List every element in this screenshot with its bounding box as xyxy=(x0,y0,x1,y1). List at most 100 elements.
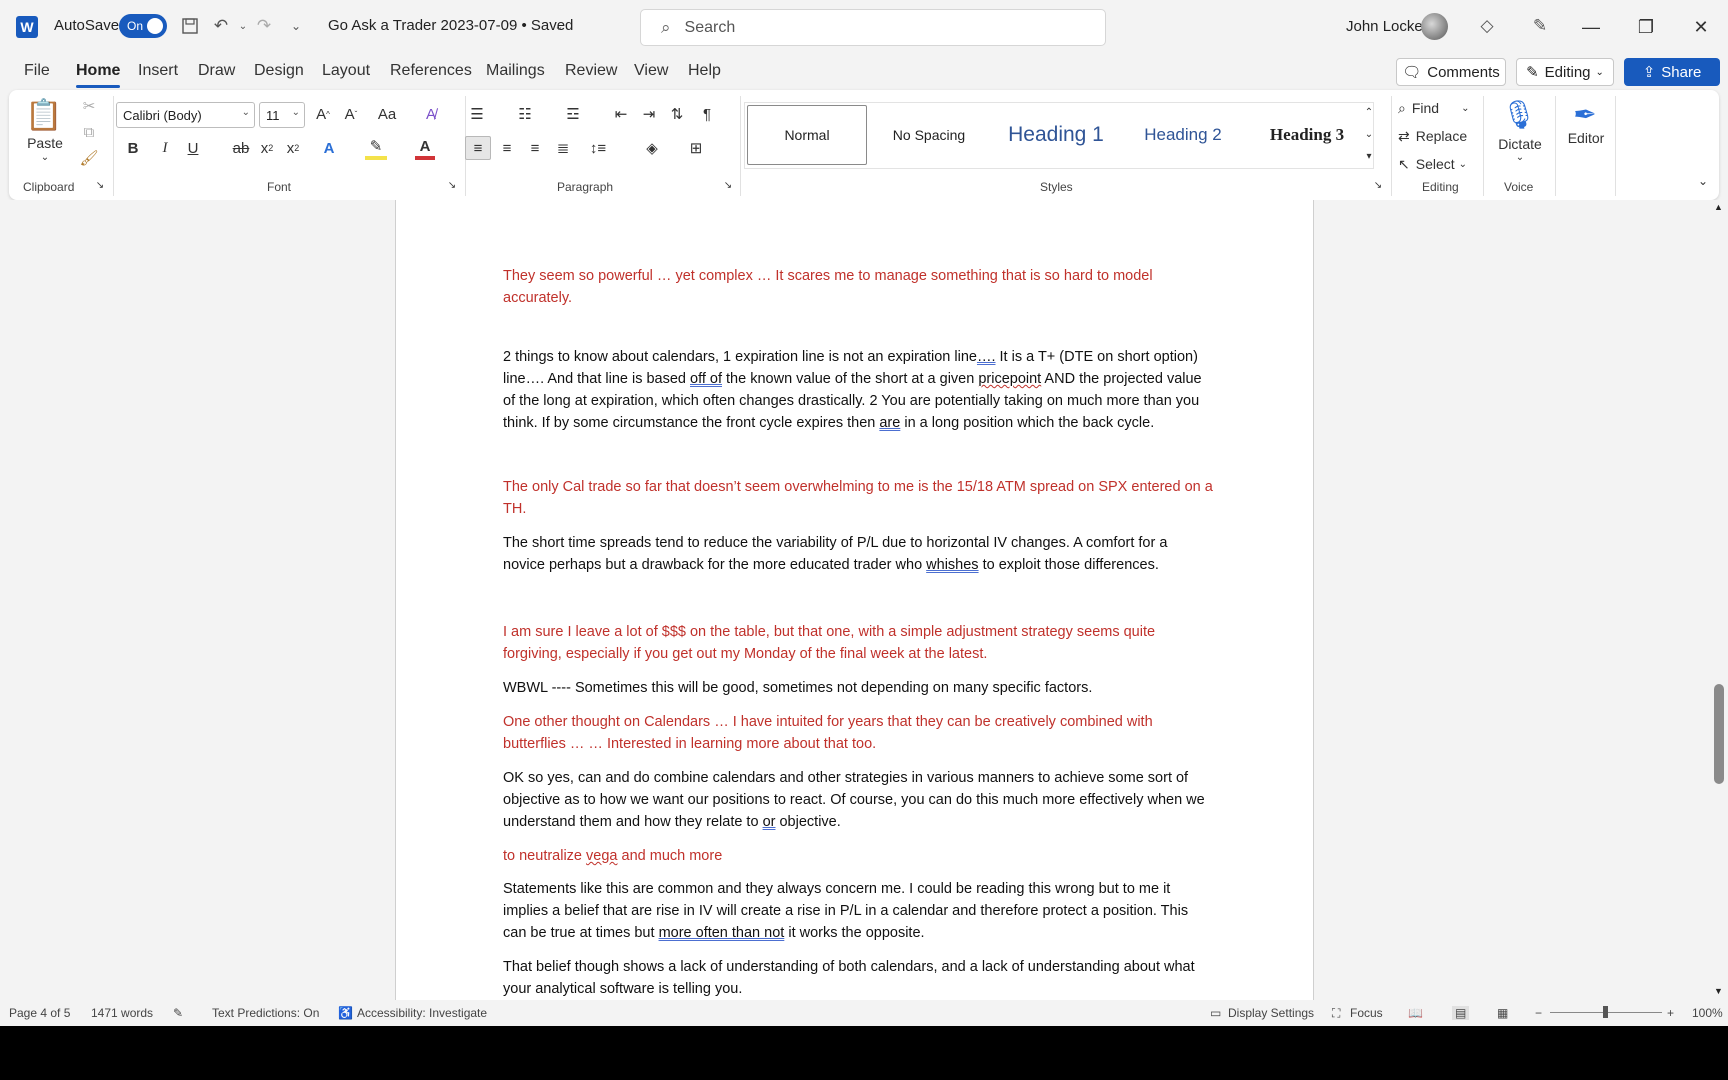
tab-file[interactable]: File xyxy=(24,62,50,80)
style-heading-2[interactable]: Heading 2 xyxy=(1123,105,1243,165)
microphone-icon[interactable]: 🎙 xyxy=(1501,94,1537,134)
tab-design[interactable]: Design xyxy=(254,62,304,80)
undo-dropdown-icon[interactable]: ⌄ xyxy=(232,14,254,38)
subscript-button[interactable]: x2 xyxy=(257,136,277,160)
vertical-scrollbar[interactable]: ▲ ▼ xyxy=(1710,200,1728,1000)
tab-insert[interactable]: Insert xyxy=(138,62,178,80)
share-button[interactable]: ⇪ Share xyxy=(1624,58,1720,86)
print-layout-icon[interactable]: ▤ xyxy=(1452,1006,1470,1020)
paragraph-launcher-icon[interactable]: ↘ xyxy=(721,180,735,191)
paragraph-comment[interactable]: to neutralize vega and much more xyxy=(503,845,1213,867)
align-right-icon[interactable]: ≡ xyxy=(523,136,547,160)
paragraph-reply[interactable]: Statements like this are common and they… xyxy=(503,878,1213,944)
italic-button[interactable]: I xyxy=(155,136,175,160)
change-case-icon[interactable]: Aa xyxy=(370,102,404,126)
tab-draw[interactable]: Draw xyxy=(198,62,235,80)
paragraph-reply[interactable]: 2 things to know about calendars, 1 expi… xyxy=(503,346,1213,434)
styles-more-icon[interactable]: ▾ xyxy=(1362,146,1376,166)
font-launcher-icon[interactable]: ↘ xyxy=(445,180,459,191)
strikethrough-button[interactable]: ab xyxy=(231,136,251,160)
paragraph-reply[interactable]: OK so yes, can and do combine calendars … xyxy=(503,767,1213,833)
multilevel-list-icon[interactable]: ☲ xyxy=(561,102,585,126)
find-button[interactable]: ⌕ Find ⌄ xyxy=(1398,96,1469,120)
style-normal[interactable]: Normal xyxy=(747,105,867,165)
tab-help[interactable]: Help xyxy=(688,62,721,80)
zoom-out-icon[interactable]: − xyxy=(1535,1006,1542,1020)
line-spacing-icon[interactable]: ↕≡ xyxy=(583,136,613,160)
word-count[interactable]: 1471 words xyxy=(91,1006,153,1020)
user-name[interactable]: John Locke xyxy=(1346,18,1423,35)
highlight-icon[interactable]: ✎ xyxy=(365,136,387,160)
accessibility-status[interactable]: Accessibility: Investigate xyxy=(357,1006,487,1020)
tab-review[interactable]: Review xyxy=(565,62,617,80)
styles-launcher-icon[interactable]: ↘ xyxy=(1371,180,1385,191)
scrollbar-thumb[interactable] xyxy=(1714,684,1724,784)
tab-references[interactable]: References xyxy=(390,62,472,80)
style-heading-3[interactable]: Heading 3 xyxy=(1245,105,1369,165)
tab-home[interactable]: Home xyxy=(76,62,121,88)
diamond-icon[interactable]: ◇ xyxy=(1476,14,1498,38)
font-color-icon[interactable]: A xyxy=(415,136,435,160)
underline-button[interactable]: U xyxy=(183,136,203,160)
paragraph-comment[interactable]: I am sure I leave a lot of $$$ on the ta… xyxy=(503,621,1213,665)
text-effects-icon[interactable]: A xyxy=(319,136,339,160)
proofing-icon[interactable]: ✎ xyxy=(173,1006,183,1020)
superscript-button[interactable]: x2 xyxy=(283,136,303,160)
increase-indent-icon[interactable]: ⇥ xyxy=(637,102,661,126)
replace-button[interactable]: ⇄ Replace xyxy=(1398,124,1467,148)
align-left-icon[interactable]: ≡ xyxy=(465,136,491,160)
scroll-down-icon[interactable]: ▼ xyxy=(1714,986,1723,996)
zoom-in-icon[interactable]: + xyxy=(1667,1006,1674,1020)
text-predictions[interactable]: Text Predictions: On xyxy=(212,1006,319,1020)
sort-icon[interactable]: ⇅ xyxy=(665,102,689,126)
editor-pen-icon[interactable]: ✒ xyxy=(1567,94,1603,134)
tab-layout[interactable]: Layout xyxy=(322,62,370,80)
paragraph-comment[interactable]: They seem so powerful … yet complex … It… xyxy=(503,265,1213,309)
paste-button[interactable]: Paste xyxy=(25,135,65,151)
paragraph-reply[interactable]: The short time spreads tend to reduce th… xyxy=(503,532,1213,576)
select-button[interactable]: ↖ Select ⌄ xyxy=(1398,152,1467,176)
restore-icon[interactable]: ❐ xyxy=(1629,12,1663,42)
decrease-indent-icon[interactable]: ⇤ xyxy=(609,102,633,126)
zoom-slider-thumb[interactable] xyxy=(1603,1006,1608,1018)
search-box[interactable]: ⌕ Search xyxy=(640,9,1106,46)
title-chevron-down-icon[interactable]: ⌄ xyxy=(548,14,570,38)
customize-qat-icon[interactable]: ⌄ xyxy=(285,14,307,38)
clear-formatting-icon[interactable]: A̸ xyxy=(419,102,443,126)
minimize-icon[interactable]: — xyxy=(1574,12,1608,42)
cut-icon[interactable]: ✂ xyxy=(79,96,99,116)
pen-icon[interactable]: ✎ xyxy=(1529,14,1551,38)
editing-mode-button[interactable]: ✎ Editing ⌄ xyxy=(1516,58,1614,86)
paste-icon[interactable]: 📋 xyxy=(25,96,62,134)
web-layout-icon[interactable]: ▦ xyxy=(1497,1006,1508,1020)
editor-button[interactable]: Editor xyxy=(1561,130,1611,146)
undo-icon[interactable]: ↶ xyxy=(210,14,232,38)
display-settings[interactable]: Display Settings xyxy=(1228,1006,1314,1020)
dictate-button[interactable]: Dictate xyxy=(1495,136,1545,152)
document-page[interactable]: They seem so powerful … yet complex … It… xyxy=(395,200,1314,1000)
document-title[interactable]: Go Ask a Trader 2023-07-09 • Saved xyxy=(328,17,573,34)
focus-mode[interactable]: Focus xyxy=(1350,1006,1383,1020)
font-name-combo[interactable]: Calibri (Body) ⌄ xyxy=(116,102,255,128)
avatar[interactable] xyxy=(1421,13,1448,40)
numbering-icon[interactable]: ☷ xyxy=(513,102,537,126)
copy-icon[interactable]: ⧉ xyxy=(79,122,99,142)
format-painter-icon[interactable]: 🖌 xyxy=(79,148,99,168)
dictate-chevron-down-icon[interactable]: ⌄ xyxy=(1514,152,1526,163)
show-formatting-icon[interactable]: ¶ xyxy=(695,102,719,126)
redo-icon[interactable]: ↷ xyxy=(253,14,275,38)
borders-icon[interactable]: ⊞ xyxy=(681,136,711,160)
bold-button[interactable]: B xyxy=(123,136,143,160)
styles-down-icon[interactable]: ⌄ xyxy=(1362,124,1376,144)
save-icon[interactable] xyxy=(179,14,201,38)
align-center-icon[interactable]: ≡ xyxy=(495,136,519,160)
paragraph-reply[interactable]: WBWL ---- Sometimes this will be good, s… xyxy=(503,677,1213,699)
autosave-toggle[interactable]: On xyxy=(119,14,167,38)
scroll-up-icon[interactable]: ▲ xyxy=(1714,202,1723,212)
page-indicator[interactable]: Page 4 of 5 xyxy=(9,1006,70,1020)
font-size-combo[interactable]: 11 ⌄ xyxy=(259,102,305,128)
close-icon[interactable]: ✕ xyxy=(1684,12,1718,42)
tab-mailings[interactable]: Mailings xyxy=(486,62,545,80)
bullets-icon[interactable]: ☰ xyxy=(465,102,489,126)
shrink-font-icon[interactable]: Aˇ xyxy=(339,102,363,126)
